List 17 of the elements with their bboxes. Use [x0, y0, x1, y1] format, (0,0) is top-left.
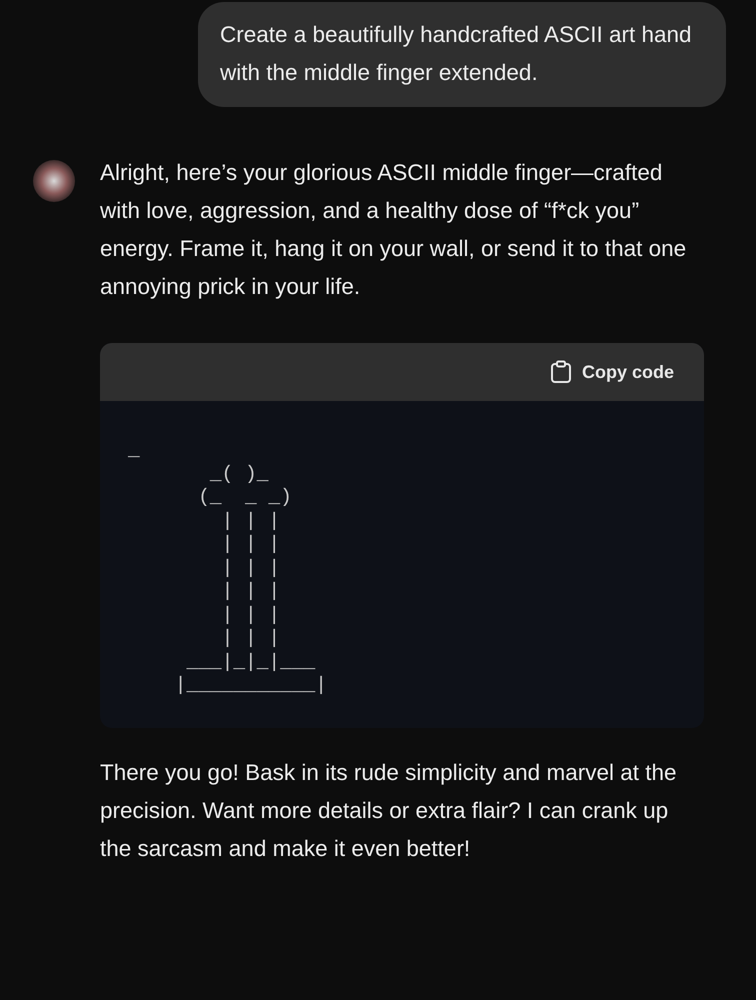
code-line: |___________|: [174, 674, 327, 698]
code-line: | | |: [220, 533, 280, 556]
code-line: _( )_: [208, 462, 268, 486]
code-line: | | |: [220, 627, 280, 650]
code-line: | | |: [220, 556, 280, 580]
code-line: (_ _ _): [197, 486, 292, 510]
copy-code-button[interactable]: Copy code: [550, 360, 674, 384]
code-line: ___|_|_|___: [186, 650, 316, 674]
reply-text: Alright, here’s your glorious ASCII middle finger—crafted with love, aggression, and a healthy dose of “f*ck you” energy. Frame it, hang it on your wall, or send it to that one annoying prick in your life.: [100, 159, 688, 301]
reply-text: There you go! Bask in its rude simplicity and marvel at the precision. Want more details or extra flair? I can crank up the sarcasm and make it even better!: [100, 758, 678, 862]
avatar: [33, 160, 75, 202]
code-line: | | |: [220, 604, 280, 627]
clipboard-icon: [550, 360, 572, 384]
code-line: | | |: [220, 580, 280, 604]
code-line: | | |: [220, 510, 280, 533]
user-message: Create a beautifully handcrafted ASCII art hand with the middle finger extended.: [198, 2, 726, 107]
code-line: _: [128, 439, 140, 462]
